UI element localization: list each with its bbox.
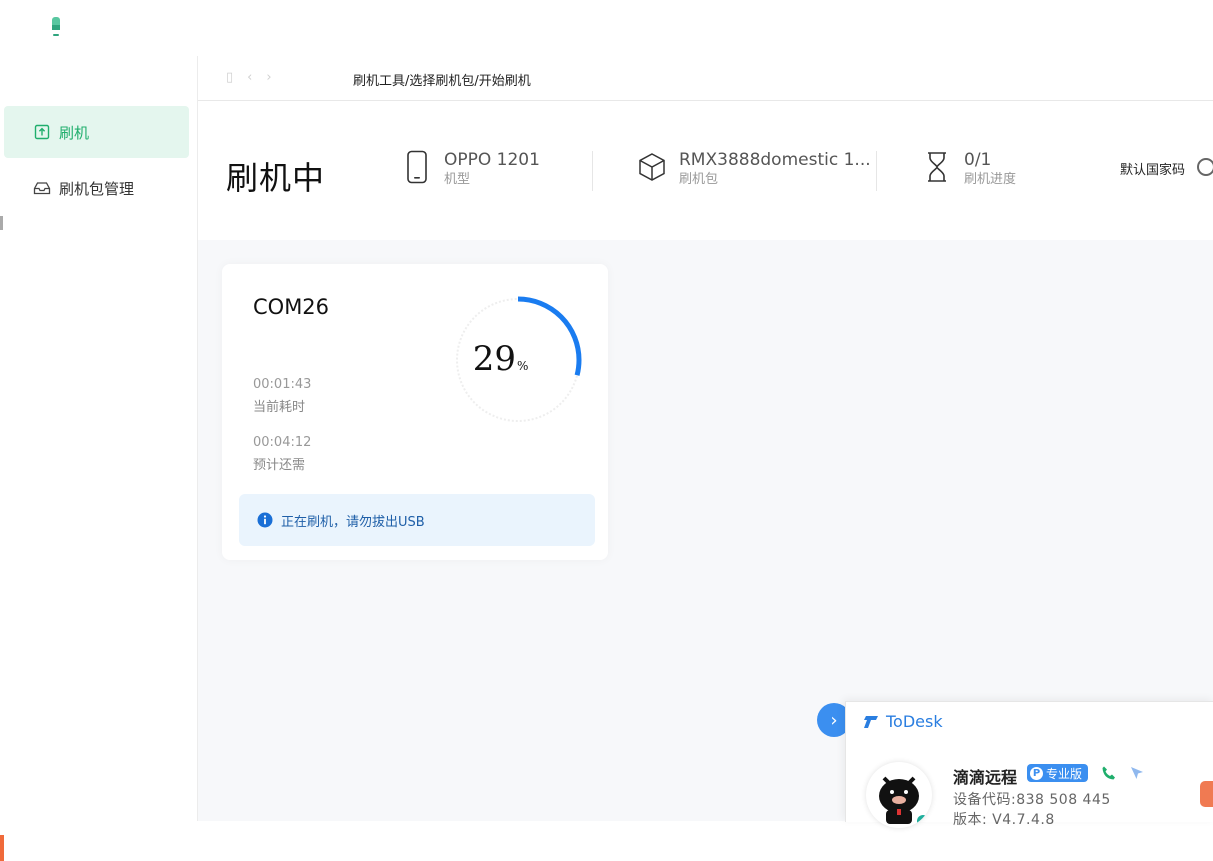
remaining-time-value: 00:04:12 xyxy=(253,435,312,450)
upload-box-icon xyxy=(33,123,51,141)
app-bar xyxy=(0,0,1213,56)
side-tab-marker[interactable] xyxy=(1200,781,1213,807)
cursor-icon[interactable] xyxy=(1129,765,1145,781)
version-text: 版本: V4.7.4.8 xyxy=(953,812,1055,828)
refresh-icon[interactable]: ▯ xyxy=(226,70,233,85)
com-port-label: COM26 xyxy=(253,295,330,319)
progress-info: 0/1 刷机进度 xyxy=(922,149,1016,189)
sidebar-bottom-marker xyxy=(0,835,4,861)
back-arrow-icon[interactable]: ‹ xyxy=(247,70,252,85)
todesk-logo-icon xyxy=(864,715,878,728)
chevron-right-icon: › xyxy=(830,709,838,731)
sidebar-item-flash[interactable]: 刷机 xyxy=(4,106,189,158)
phone-call-icon[interactable] xyxy=(1101,765,1117,781)
forward-arrow-icon[interactable]: › xyxy=(266,70,271,85)
device-code-text: 设备代码:838 508 445 xyxy=(953,792,1111,808)
device-model-label: 机型 xyxy=(444,172,471,187)
usb-warning-notice: 正在刷机，请勿拔出USB xyxy=(239,494,595,546)
avatar xyxy=(866,762,932,828)
breadcrumb: 刷机工具/选择刷机包/开始刷机 xyxy=(353,74,531,89)
nav-bar: ▯ ‹ › 刷机工具/选择刷机包/开始刷机 xyxy=(198,56,1213,101)
app-logo-icon xyxy=(52,17,60,36)
page-title: 刷机中 xyxy=(226,159,326,197)
progress-ring: 29 % xyxy=(454,296,582,424)
flash-progress-label: 刷机进度 xyxy=(964,172,1017,187)
todesk-brand-name: ToDesk xyxy=(886,712,943,731)
progress-percent-text: 29 xyxy=(473,339,516,379)
remote-user-name: 滴滴远程 xyxy=(953,768,1018,787)
default-country-code-label: 默认国家码 xyxy=(1120,163,1186,178)
hourglass-icon xyxy=(922,149,952,185)
pro-badge: P 专业版 xyxy=(1027,764,1089,782)
flash-device-card: COM26 29 % 00:01:43 当前耗时 00:04:12 预计还需 正… xyxy=(222,264,608,560)
toggle-switch-icon[interactable] xyxy=(1196,157,1213,177)
package-info: RMX3888domestic 1... 刷机包 xyxy=(637,149,871,189)
flash-progress-value: 0/1 xyxy=(964,150,992,170)
elapsed-time-label: 当前耗时 xyxy=(253,400,306,415)
package-name-label: 刷机包 xyxy=(679,172,719,187)
sidebar-item-label: 刷机 xyxy=(59,123,90,142)
device-model-value: OPPO 1201 xyxy=(444,150,540,170)
sidebar-item-package-manage[interactable]: 刷机包管理 xyxy=(4,162,189,214)
sidebar-item-label: 刷机包管理 xyxy=(59,179,135,198)
usb-warning-text: 正在刷机，请勿拔出USB xyxy=(281,514,425,530)
progress-percent-unit: % xyxy=(517,359,528,373)
nav-controls: ▯ ‹ › xyxy=(226,70,272,85)
inbox-icon xyxy=(33,179,51,197)
phone-icon xyxy=(402,149,432,185)
flash-header: 刷机中 OPPO 1201 机型 RMX3888domestic 1... 刷机… xyxy=(198,101,1213,239)
box-icon xyxy=(637,149,667,185)
header-divider xyxy=(592,151,593,191)
device-info: OPPO 1201 机型 xyxy=(402,149,540,189)
header-divider xyxy=(876,151,877,191)
elapsed-time-value: 00:01:43 xyxy=(253,377,312,392)
todesk-panel: ToDesk 滴滴远程 P 专业版 设备代码:838 508 445 版本: V… xyxy=(845,701,1213,828)
sidebar-edge-marker xyxy=(0,216,3,230)
remaining-time-label: 预计还需 xyxy=(253,458,306,473)
sidebar: 刷机 刷机包管理 xyxy=(0,56,198,861)
pro-badge-letter: P xyxy=(1030,766,1043,780)
info-icon xyxy=(257,512,273,528)
pro-badge-text: 专业版 xyxy=(1046,766,1083,781)
package-name-value: RMX3888domestic 1... xyxy=(679,150,871,170)
todesk-brand: ToDesk xyxy=(862,712,943,731)
